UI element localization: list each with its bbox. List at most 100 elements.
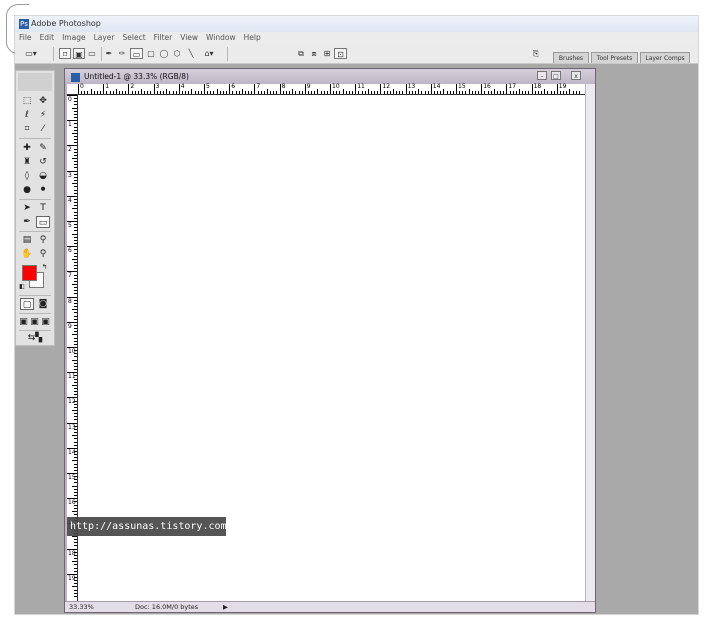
- add-to-shape-icon[interactable]: ⧉: [295, 48, 307, 59]
- full-screen-menu-icon[interactable]: ▣: [29, 316, 40, 328]
- ruler-minor-tick: [424, 91, 426, 94]
- subtract-shape-icon[interactable]: ⧈: [308, 48, 320, 59]
- ruler-minor-tick: [496, 91, 498, 94]
- shape-layers-icon[interactable]: ⌑: [59, 48, 71, 59]
- ruler-minor-tick: [74, 243, 77, 245]
- rounded-rectangle-icon[interactable]: ▢: [146, 48, 156, 59]
- ruler-minor-tick: [468, 89, 470, 94]
- tab-tool-presets[interactable]: Tool Presets: [591, 52, 638, 63]
- crop-tool-icon[interactable]: ⌗: [20, 123, 34, 135]
- quick-mask-icon[interactable]: ◙: [36, 298, 50, 310]
- ruler-minor-tick: [72, 586, 77, 588]
- ruler-minor-tick: [74, 328, 77, 330]
- fill-pixels-icon[interactable]: ▭: [87, 48, 97, 59]
- zoom-tool-icon[interactable]: ⚲: [36, 248, 50, 260]
- swap-colors-icon[interactable]: ↰: [40, 263, 49, 272]
- menu-window[interactable]: Window: [202, 33, 240, 42]
- eraser-tool-icon[interactable]: ◊: [20, 170, 34, 182]
- pen-tool-icon[interactable]: ✒: [20, 216, 34, 228]
- ruler-minor-tick: [222, 91, 224, 94]
- exclude-shape-icon[interactable]: ⊡: [334, 48, 347, 59]
- tab-layer-comps[interactable]: Layer Comps: [640, 52, 690, 63]
- file-browser-icon[interactable]: ⎘: [529, 48, 543, 59]
- ruler-minor-tick: [197, 91, 199, 94]
- ruler-minor-tick: [74, 164, 77, 166]
- ruler-label: 2: [68, 146, 72, 154]
- marquee-tool-icon[interactable]: ⬚: [20, 95, 34, 107]
- move-tool-icon[interactable]: ✥: [36, 95, 50, 107]
- rectangle-tool-icon[interactable]: ▭: [36, 216, 50, 228]
- custom-shape-icon[interactable]: ⌂▾: [200, 48, 218, 59]
- horizontal-ruler[interactable]: 0 1 2 3 4 5 6 7 8 9 10 11 12 13 14 15 16 17 18 19: [67, 84, 585, 95]
- freeform-pen-icon[interactable]: ✑: [117, 48, 127, 59]
- menu-view[interactable]: View: [176, 33, 202, 42]
- clone-stamp-icon[interactable]: ♜: [20, 156, 34, 168]
- rectangle-shape-icon[interactable]: ▭: [130, 48, 143, 59]
- menu-layer[interactable]: Layer: [90, 33, 119, 42]
- minimize-button[interactable]: –: [537, 71, 547, 80]
- vertical-scrollbar[interactable]: [585, 84, 595, 601]
- ellipse-shape-icon[interactable]: ◯: [159, 48, 169, 59]
- notes-tool-icon[interactable]: ▤: [20, 234, 34, 246]
- blur-tool-icon[interactable]: ●: [20, 184, 34, 196]
- document-titlebar[interactable]: Untitled-1 @ 33.3% (RGB/8): [65, 69, 595, 84]
- standard-mode-icon[interactable]: ▢: [20, 298, 34, 310]
- line-shape-icon[interactable]: ╲: [186, 48, 196, 59]
- healing-brush-icon[interactable]: ✚: [20, 142, 34, 154]
- brush-tool-icon[interactable]: ✎: [36, 142, 50, 154]
- ruler-minor-tick: [74, 331, 77, 333]
- ruler-minor-tick: [241, 89, 243, 94]
- menu-file[interactable]: File: [15, 33, 36, 42]
- type-tool-icon[interactable]: T: [36, 202, 50, 214]
- ruler-tick: [506, 84, 508, 94]
- close-button[interactable]: x: [571, 71, 581, 80]
- paint-bucket-icon[interactable]: ◒: [36, 170, 50, 182]
- standard-screen-mode-icon[interactable]: ▣: [18, 316, 29, 328]
- ruler-minor-tick: [415, 91, 417, 94]
- ruler-minor-tick: [74, 545, 77, 547]
- menu-select[interactable]: Select: [119, 33, 150, 42]
- menu-edit[interactable]: Edit: [36, 33, 59, 42]
- ruler-minor-tick: [298, 91, 300, 94]
- ruler-tick: [405, 84, 407, 94]
- hand-tool-icon[interactable]: ✋: [20, 248, 34, 260]
- tool-preset-picker-icon[interactable]: ▭▾: [23, 48, 39, 59]
- full-screen-mode-icon[interactable]: ▣: [40, 316, 51, 328]
- tab-brushes[interactable]: Brushes: [553, 52, 589, 63]
- ruler-minor-tick: [487, 91, 489, 94]
- lasso-tool-icon[interactable]: ℓ: [20, 109, 34, 121]
- path-selection-icon[interactable]: ➤: [20, 202, 34, 214]
- ruler-tick: [330, 84, 331, 94]
- ruler-minor-tick: [74, 280, 77, 282]
- menu-filter[interactable]: Filter: [150, 33, 177, 42]
- zoom-level[interactable]: 33.33%: [69, 602, 94, 612]
- toolbox-header-icon[interactable]: [18, 73, 52, 91]
- foreground-color-swatch[interactable]: [22, 265, 37, 281]
- status-menu-arrow-icon[interactable]: ▶: [223, 602, 228, 612]
- eyedropper-icon[interactable]: ⚲: [36, 234, 50, 246]
- dodge-tool-icon[interactable]: ⚫: [36, 184, 50, 196]
- ruler-minor-tick: [74, 400, 77, 402]
- ruler-minor-tick: [74, 252, 77, 254]
- paths-mode-icon[interactable]: ▣: [73, 48, 85, 59]
- document-size-info: Doc: 16.0M/0 bytes: [135, 603, 199, 611]
- pen-tool-icon[interactable]: ✒: [104, 48, 114, 59]
- ruler-minor-tick: [493, 89, 495, 94]
- menu-image[interactable]: Image: [58, 33, 90, 42]
- ruler-minor-tick: [74, 142, 77, 144]
- jump-to-imageready-icon[interactable]: ⇆▚: [20, 332, 50, 344]
- ruler-minor-tick: [257, 91, 259, 94]
- maximize-button[interactable]: □: [551, 71, 561, 80]
- menu-help[interactable]: Help: [240, 33, 265, 42]
- default-colors-icon[interactable]: ◧: [18, 283, 26, 291]
- ruler-minor-tick: [74, 583, 77, 585]
- magic-wand-icon[interactable]: ⚡: [36, 109, 50, 121]
- ruler-tick: [153, 84, 155, 94]
- ruler-minor-tick: [74, 419, 77, 421]
- slice-tool-icon[interactable]: ⁄: [36, 123, 50, 135]
- ruler-minor-tick: [74, 378, 77, 380]
- intersect-shape-icon[interactable]: ⊞: [321, 48, 333, 59]
- polygon-shape-icon[interactable]: ⬡: [172, 48, 182, 59]
- ruler-minor-tick: [418, 89, 420, 94]
- history-brush-icon[interactable]: ↺: [36, 156, 50, 168]
